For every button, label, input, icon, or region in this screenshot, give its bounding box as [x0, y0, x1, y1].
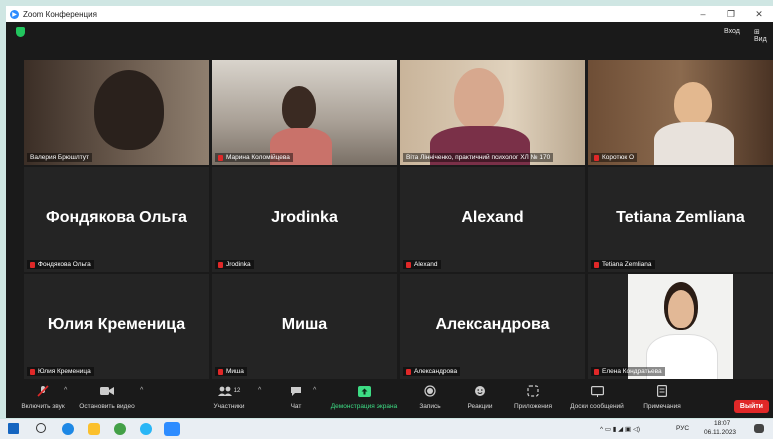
video-tile[interactable]: Миша Миша — [212, 274, 397, 379]
video-options-chevron-icon[interactable]: ^ — [140, 387, 143, 394]
participant-name-label: Александрова — [403, 367, 461, 376]
language-indicator[interactable]: РУС — [676, 425, 689, 432]
participant-display-name: Tetiana Zemliana — [616, 208, 745, 226]
search-icon[interactable] — [36, 423, 46, 433]
clock-date[interactable]: 06.11.2023 — [704, 429, 736, 436]
chat-bubble-icon — [289, 385, 303, 397]
video-tile[interactable]: Фондякова Ольга Фондякова Ольга — [24, 167, 209, 272]
participant-name-label: Tetiana Zemliana — [591, 260, 655, 269]
meeting-top-bar: Вход ⊞ Вид — [6, 22, 773, 44]
smiley-icon — [473, 385, 487, 397]
notes-icon — [655, 385, 669, 397]
participant-display-name: Александрова — [435, 315, 550, 333]
participants-icon: 12 — [214, 385, 244, 397]
muted-mic-icon — [594, 154, 599, 161]
participant-display-name: Jrodinka — [271, 208, 338, 226]
video-grid: Валерия Брюшлтут Марина Коломійцева Віта… — [24, 60, 773, 379]
maximize-button[interactable]: ❐ — [717, 6, 745, 22]
participant-name-label: Елена Кондратьева — [591, 367, 665, 376]
apps-icon — [526, 385, 540, 397]
video-camera-icon — [100, 385, 114, 397]
audio-options-chevron-icon[interactable]: ^ — [64, 387, 67, 394]
participant-name-label: Фондякова Ольга — [27, 260, 94, 269]
muted-mic-icon — [30, 261, 35, 268]
stop-video-button[interactable]: Остановить видео — [72, 385, 142, 410]
edge-browser-icon[interactable] — [62, 423, 74, 435]
enter-button[interactable]: Вход — [724, 28, 740, 35]
participant-name-label: Alexand — [403, 260, 441, 269]
video-tile[interactable]: Марина Коломійцева — [212, 60, 397, 165]
participant-video — [212, 60, 397, 165]
muted-mic-icon — [594, 261, 599, 268]
participant-video — [400, 60, 585, 165]
participant-name-label: Миша — [215, 367, 247, 376]
notes-button[interactable]: Примечания — [627, 385, 697, 410]
participants-button[interactable]: 12 Участники — [194, 385, 264, 410]
video-tile[interactable]: Елена Кондратьева — [588, 274, 773, 379]
participant-display-name: Alexand — [461, 208, 524, 226]
minimize-button[interactable]: – — [689, 6, 717, 22]
record-icon — [423, 385, 437, 397]
participant-display-name: Фондякова Ольга — [46, 208, 187, 226]
meeting-toolbar: Включить звук ^ Остановить видео ^ 12 Уч… — [6, 383, 773, 418]
participant-video — [24, 60, 209, 165]
participant-display-name: Юлия Кременица — [47, 315, 186, 333]
view-button[interactable]: ⊞ Вид — [754, 28, 773, 43]
whiteboards-button[interactable]: Доски сообщений — [562, 385, 632, 410]
unmute-button[interactable]: Включить звук — [8, 385, 78, 410]
video-tile[interactable]: Tetiana Zemliana Tetiana Zemliana — [588, 167, 773, 272]
chat-options-chevron-icon[interactable]: ^ — [313, 387, 316, 394]
share-screen-icon — [357, 385, 371, 397]
video-tile[interactable]: Коротюк О — [588, 60, 773, 165]
notifications-icon[interactable] — [754, 424, 764, 433]
window-title: Zoom Конференция — [23, 9, 97, 19]
mic-muted-icon — [36, 385, 50, 397]
participant-video — [628, 274, 733, 379]
participant-name-label: Валерия Брюшлтут — [27, 153, 92, 162]
whiteboard-icon — [590, 385, 604, 397]
participant-name-label: Віта Лінніченко, практичний психолог ХЛ … — [403, 153, 554, 162]
zoom-window: ▶ Zoom Конференция – ❐ ✕ Вход ⊞ Вид Вале… — [6, 6, 773, 418]
chat-button[interactable]: Чат — [261, 385, 331, 410]
share-screen-button[interactable]: Демонстрация экрана — [324, 385, 404, 410]
participant-name-label: Коротюк О — [591, 153, 638, 162]
video-tile[interactable]: Юлия Кременица Юлия Кременица — [24, 274, 209, 379]
leave-meeting-button[interactable]: Выйти — [733, 400, 769, 413]
participant-video — [588, 60, 773, 165]
title-bar: ▶ Zoom Конференция – ❐ ✕ — [6, 6, 773, 22]
clock-time[interactable]: 18:07 — [714, 420, 730, 427]
zoom-taskbar-icon[interactable] — [164, 422, 180, 436]
security-shield-icon[interactable] — [16, 27, 25, 37]
video-tile[interactable]: Валерия Брюшлтут — [24, 60, 209, 165]
telegram-icon[interactable] — [140, 423, 152, 435]
video-tile[interactable]: Alexand Alexand — [400, 167, 585, 272]
participant-name-label: Jrodinka — [215, 260, 254, 269]
participant-name-label: Юлия Кременица — [27, 367, 94, 376]
file-explorer-icon[interactable] — [88, 423, 100, 435]
muted-mic-icon — [218, 261, 223, 268]
video-tile[interactable]: Александрова Александрова — [400, 274, 585, 379]
close-button[interactable]: ✕ — [745, 6, 773, 22]
system-tray-icons[interactable]: ^ ▭ ▮ ◢ ▣ ◁) — [600, 425, 640, 433]
participant-display-name: Миша — [281, 315, 328, 333]
zoom-app-icon: ▶ — [10, 9, 19, 19]
windows-taskbar: ^ ▭ ▮ ◢ ▣ ◁) РУС 18:07 06.11.2023 — [0, 419, 773, 439]
windows-start-icon[interactable] — [8, 423, 19, 434]
muted-mic-icon — [218, 154, 223, 161]
video-tile[interactable]: Jrodinka Jrodinka — [212, 167, 397, 272]
muted-mic-icon — [218, 368, 223, 375]
muted-mic-icon — [406, 368, 411, 375]
muted-mic-icon — [406, 261, 411, 268]
participant-name-label: Марина Коломійцева — [215, 153, 293, 162]
video-tile-active-speaker[interactable]: Віта Лінніченко, практичний психолог ХЛ … — [400, 60, 585, 165]
chrome-icon[interactable] — [114, 423, 126, 435]
muted-mic-icon — [30, 368, 35, 375]
apps-button[interactable]: Приложения — [498, 385, 568, 410]
participants-count: 12 — [233, 388, 241, 394]
muted-mic-icon — [594, 368, 599, 375]
